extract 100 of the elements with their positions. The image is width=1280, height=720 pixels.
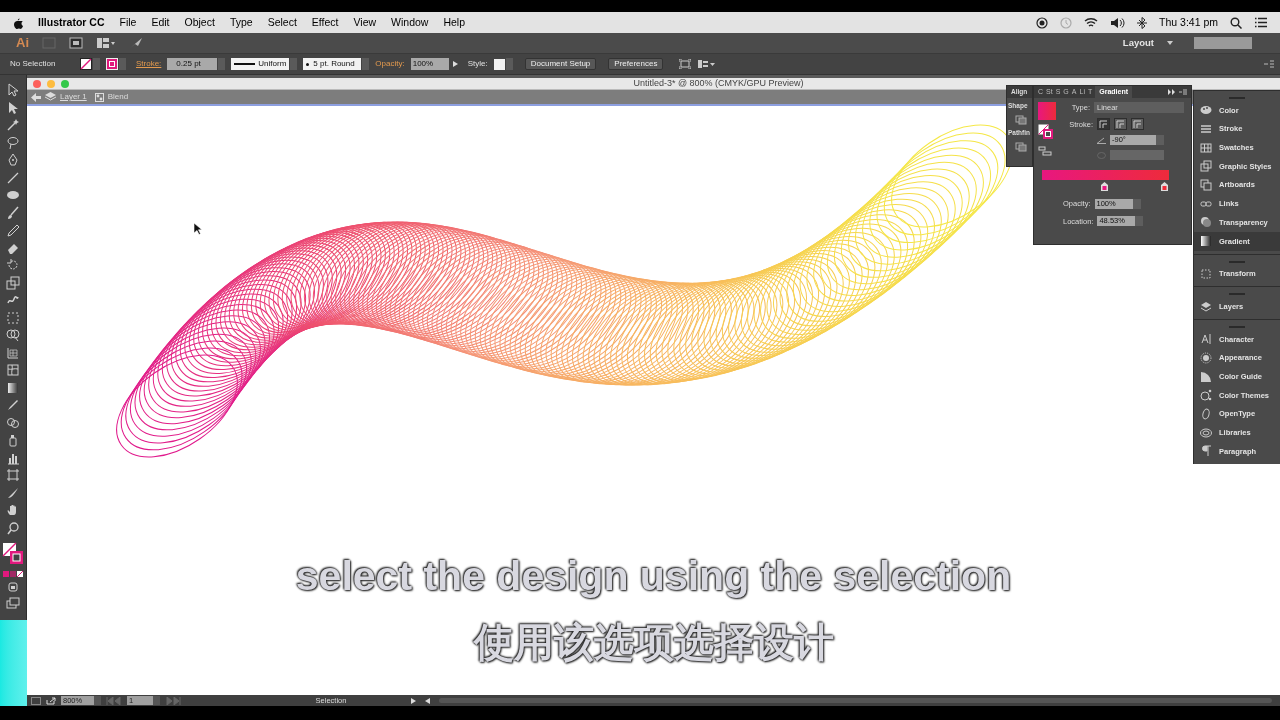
app-menu[interactable]: Illustrator CC [38,14,105,31]
share-icon[interactable] [46,696,56,705]
draw-mode-icon[interactable] [6,581,20,593]
aspect-field[interactable] [1110,150,1164,161]
menu-item[interactable]: Type [229,14,253,31]
dropdown-toggle[interactable] [1156,135,1164,146]
search-field[interactable] [1194,37,1252,49]
wand-icon[interactable] [6,118,20,132]
toolbar-button[interactable]: Preferences [608,58,664,70]
menu-item[interactable]: Effect [311,14,339,31]
color-guide-icon [1200,370,1212,383]
list-icon[interactable] [1254,17,1268,28]
shape-mode-icon[interactable] [1015,141,1027,152]
spray-icon[interactable] [6,433,20,447]
free-transform-icon[interactable] [6,310,20,325]
dropdown-toggle[interactable] [94,696,101,705]
gradient-slider[interactable] [1042,170,1169,193]
stroke-swatch-icon[interactable] [106,58,118,70]
gradient-icon[interactable] [6,380,20,395]
breadcrumb-label: Blend [107,91,129,103]
bluetooth-icon[interactable] [1137,16,1148,29]
menu-item[interactable]: Select [267,14,297,31]
menu-item[interactable]: Edit [151,14,170,31]
dropdown-toggle[interactable] [93,58,100,70]
toolbar-button[interactable]: Document Setup [524,58,597,70]
caret-icon[interactable] [1167,41,1173,45]
play-icon[interactable] [411,697,416,704]
transform-icon [1200,267,1212,280]
zoom-icon[interactable] [6,520,20,535]
pencil-icon[interactable] [6,223,20,237]
mesh-icon[interactable] [6,363,20,377]
align-icon[interactable] [697,59,716,69]
appearance-icon [1200,351,1212,364]
menu-item[interactable]: Help [443,14,466,31]
menu-item[interactable]: Window [391,14,429,31]
fill-stroke-icon[interactable] [1038,124,1054,140]
stroke-gradient-icon[interactable] [1097,118,1110,131]
color-themes-icon [1200,389,1212,402]
panel-menu-icon[interactable] [1264,60,1274,68]
arrange-icon[interactable] [96,37,116,49]
profile-dropdown[interactable]: Uniform [231,58,290,70]
artboard-nav-icon[interactable] [31,696,41,705]
artboards-icon [1200,179,1212,192]
dropdown-toggle[interactable] [1135,216,1144,227]
opacity-field[interactable]: 100% [410,58,449,70]
dropdown-toggle[interactable] [362,58,370,70]
opacity-link[interactable]: Opacity: [375,58,405,70]
menu-item[interactable]: Object [184,14,215,31]
brush-icon[interactable] [6,205,20,220]
shape-builder-icon[interactable] [6,328,20,342]
libraries-icon [1200,426,1212,439]
record-icon[interactable] [1036,16,1049,29]
menu-clock[interactable]: Thu 3:41 pm [1159,14,1218,31]
rotate-icon[interactable] [6,258,20,272]
dropdown-toggle[interactable] [119,58,126,70]
direct-selection-icon[interactable] [6,100,20,115]
gradient-swatch[interactable] [1038,102,1056,120]
stroke-gradient-icon[interactable] [1114,118,1127,131]
selection-tool-icon[interactable] [6,83,20,97]
eyedropper-icon[interactable] [6,398,20,412]
brush-dropdown[interactable]: 5 pt. Round [303,58,362,70]
blend-icon[interactable] [6,415,20,430]
volume-icon[interactable] [1110,16,1126,29]
lasso-icon[interactable] [6,135,20,150]
stock-icon[interactable] [69,37,83,49]
apple-icon[interactable] [12,16,23,29]
stroke-weight-field[interactable]: 0.25 pt [167,58,218,70]
play-icon[interactable] [452,61,458,67]
wifi-icon[interactable] [1084,17,1099,28]
dropdown-toggle[interactable] [505,58,513,70]
grid-icon[interactable] [6,345,20,360]
reverse-gradient-icon[interactable] [1038,146,1052,156]
back-arrow-icon[interactable] [31,92,41,102]
fill-swatch-icon[interactable] [80,58,92,70]
dropdown-toggle[interactable] [218,58,226,70]
scroll-left-icon[interactable] [425,697,430,704]
color-mode-icon[interactable] [2,569,24,578]
workspace-switcher[interactable]: Layout [1122,35,1154,51]
menu-item[interactable]: View [353,14,377,31]
scale-icon[interactable] [6,275,20,290]
style-swatch[interactable] [493,58,505,70]
screen-mode-icon[interactable] [6,596,20,609]
line-icon[interactable] [6,170,20,185]
gradient-stop-icon[interactable] [1100,182,1108,192]
stroke-gradient-icon[interactable] [1131,118,1144,131]
menu-item[interactable]: File [119,14,137,31]
shape-mode-icon[interactable] [1015,114,1027,125]
dropdown-toggle[interactable] [1132,198,1141,209]
search-icon[interactable] [1230,16,1242,29]
isolate-icon[interactable] [679,59,692,69]
panel-menu-icon[interactable] [1179,89,1187,95]
ellipse-icon[interactable] [6,188,20,202]
selection-status: No Selection [10,58,57,70]
pen-icon[interactable] [6,153,20,167]
fill-stroke-icon[interactable] [2,542,24,566]
dropdown-toggle[interactable] [290,58,298,70]
dropdown-toggle[interactable] [153,696,160,705]
stroke-link[interactable]: Stroke: [136,58,162,70]
gradient-stop-icon[interactable] [1160,182,1168,192]
artboard-icon[interactable] [6,468,20,482]
